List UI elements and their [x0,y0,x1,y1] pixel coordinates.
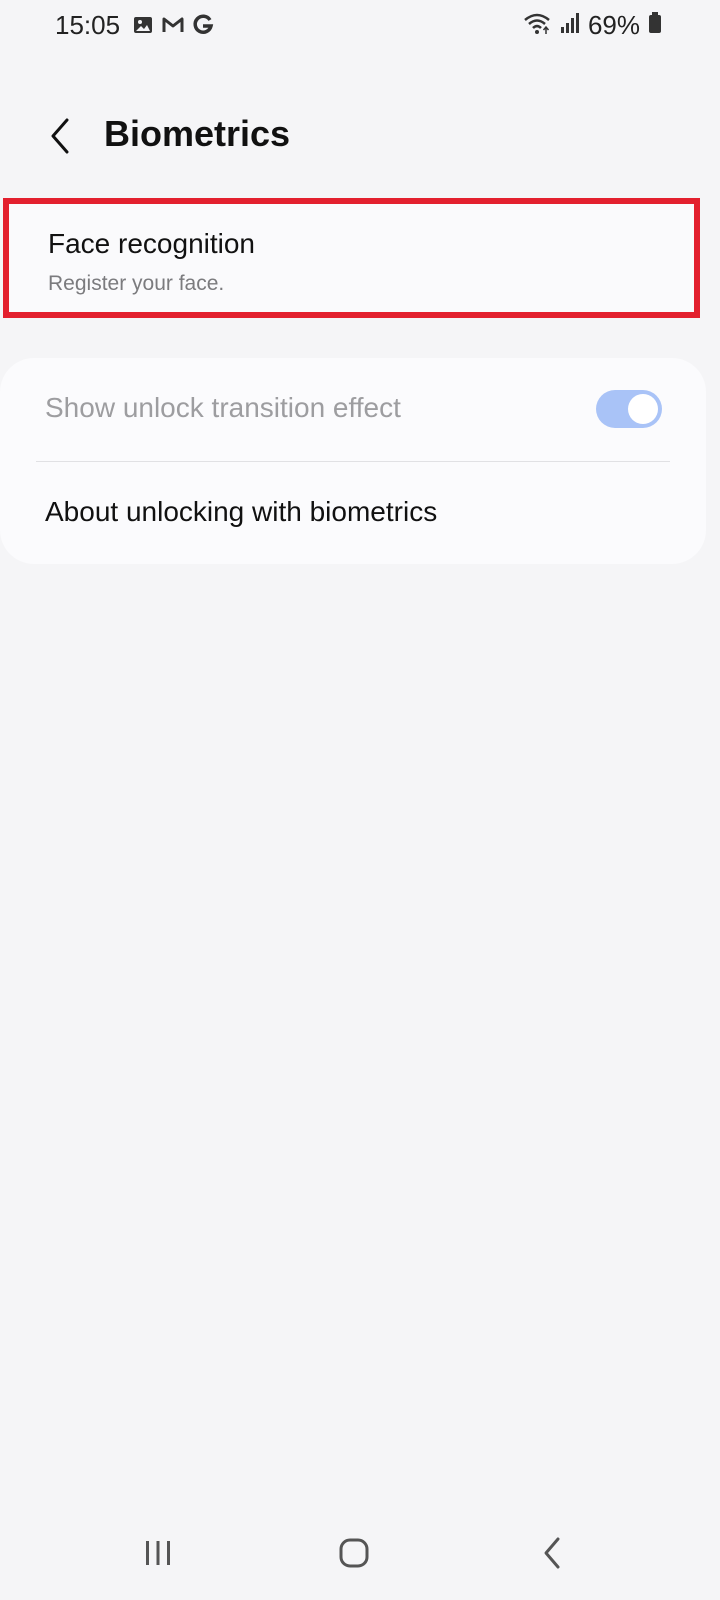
battery-icon [648,12,662,39]
face-recognition-subtitle: Register your face. [48,272,225,295]
recents-icon [146,1541,170,1565]
notification-icons [132,14,214,36]
show-unlock-transition-row[interactable]: Show unlock transition effect [0,358,706,462]
status-bar: 15:05 69% [0,0,720,52]
show-unlock-transition-toggle[interactable] [596,390,662,428]
about-unlocking-label: About unlocking with biometrics [45,496,438,527]
back-button[interactable] [38,114,82,158]
page-title: Biometrics [104,113,291,154]
status-time: 15:05 [55,10,121,40]
gmail-icon [162,14,184,36]
show-unlock-transition-label: Show unlock transition effect [45,392,401,423]
google-icon [192,14,214,36]
face-recognition-item[interactable]: Face recognition Register your face. [3,198,700,318]
about-unlocking-row[interactable]: About unlocking with biometrics [0,462,706,564]
nav-back-button[interactable] [522,1528,582,1578]
settings-card: Show unlock transition effect About unlo… [0,358,706,564]
recents-button[interactable] [128,1528,188,1578]
status-right: 69% [522,10,662,41]
signal-icon [560,12,580,39]
chevron-left-icon [51,118,69,154]
header: Biometrics [0,100,720,176]
wifi-icon [522,11,552,40]
navigation-bar [0,1510,720,1600]
home-button[interactable] [324,1528,384,1578]
gallery-icon [132,14,154,36]
back-icon [544,1537,560,1569]
toggle-knob [628,394,658,424]
face-recognition-title: Face recognition [48,228,256,259]
battery-percent: 69% [587,10,640,40]
home-icon [339,1538,369,1568]
